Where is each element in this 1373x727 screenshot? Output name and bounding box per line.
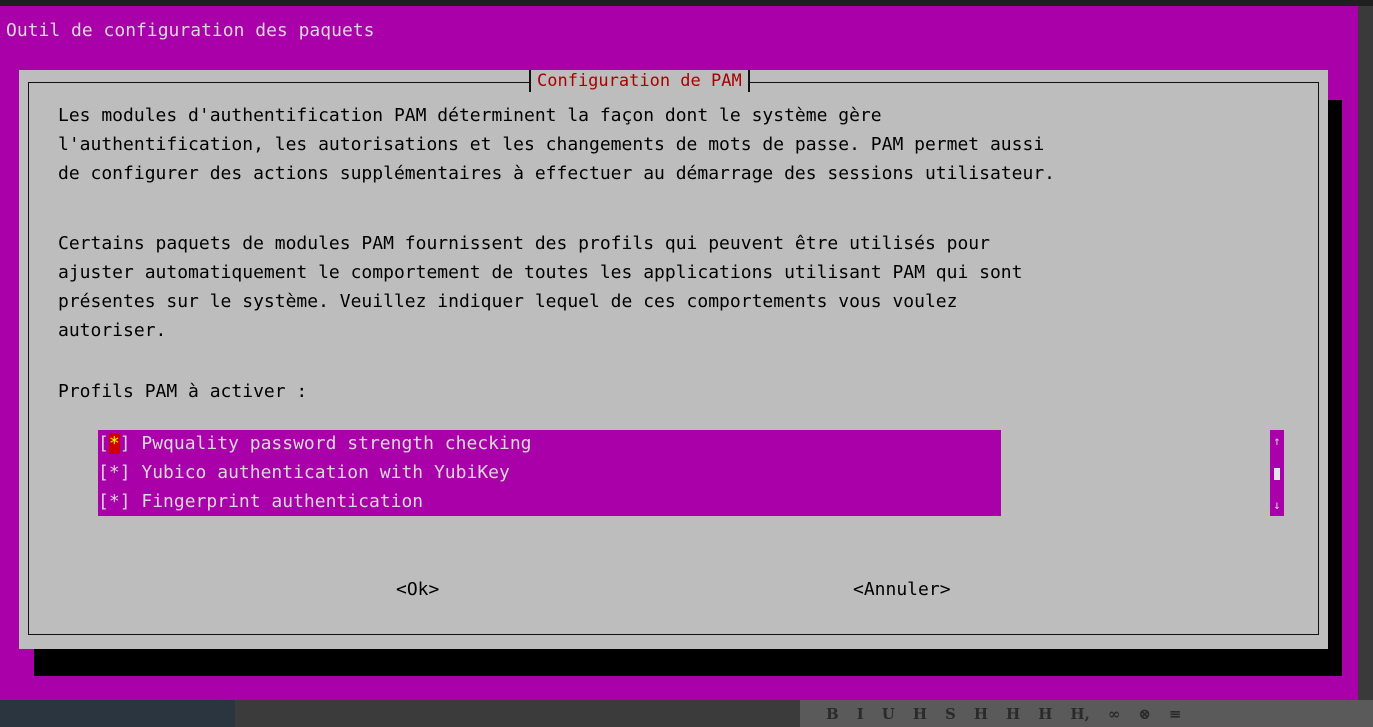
underline-icon[interactable]: U xyxy=(882,705,895,723)
checkbox-mark-focused[interactable]: * xyxy=(108,433,120,454)
heading-1-icon[interactable]: H xyxy=(974,705,988,723)
heading-subscript-icon[interactable]: H, xyxy=(1070,705,1089,723)
list-item-fingerprint[interactable]: [*] Fingerprint authentication xyxy=(98,488,423,516)
checkbox-close: ] xyxy=(119,491,131,512)
heading-icon[interactable]: H xyxy=(913,705,927,723)
cancel-button[interactable]: <Annuler> xyxy=(853,579,951,600)
description-paragraph-2: Certains paquets de modules PAM fourniss… xyxy=(58,233,1023,341)
scroll-thumb[interactable] xyxy=(1274,468,1280,480)
list-item-label: Fingerprint authentication xyxy=(130,491,424,512)
description-paragraph-1: Les modules d'authentification PAM déter… xyxy=(58,105,1055,184)
terminal-title: Outil de configuration des paquets xyxy=(6,20,375,41)
checkbox-mark[interactable]: * xyxy=(109,462,120,483)
scroll-up-arrow-icon[interactable]: ↑ xyxy=(1270,434,1284,448)
checkbox-open: [ xyxy=(98,491,109,512)
dialog-frame: Configuration de PAM Les modules d'authe… xyxy=(28,70,1319,635)
ok-button[interactable]: <Ok> xyxy=(396,579,439,600)
italic-icon[interactable]: I xyxy=(857,705,864,723)
list-item-pwquality[interactable]: [*] Pwquality password strength checking xyxy=(98,430,532,458)
pam-config-dialog: Configuration de PAM Les modules d'authe… xyxy=(19,70,1328,649)
list-item-label: Yubico authentication with YubiKey xyxy=(130,462,510,483)
checkbox-close: ] xyxy=(119,433,131,454)
checkbox-open: [ xyxy=(98,462,109,483)
link-icon[interactable]: ∞ xyxy=(1108,705,1121,723)
checkbox-open: [ xyxy=(98,433,109,454)
list-icon[interactable]: ≡ xyxy=(1169,705,1182,723)
strikethrough-icon[interactable]: S xyxy=(945,705,956,723)
profile-checklist[interactable]: [*] Pwquality password strength checking… xyxy=(98,430,1001,516)
image-icon[interactable]: ⊗ xyxy=(1138,705,1151,723)
heading-3-icon[interactable]: H xyxy=(1038,705,1052,723)
formatting-toolbar: B I U H S H H H H, ∞ ⊗ ≡ xyxy=(800,700,1373,727)
heading-2-icon[interactable]: H xyxy=(1006,705,1020,723)
list-item-label: Pwquality password strength checking xyxy=(130,433,532,454)
bottom-left-panel xyxy=(0,700,235,727)
window-right-edge xyxy=(1358,6,1373,700)
list-item-yubico[interactable]: [*] Yubico authentication with YubiKey xyxy=(98,459,510,487)
scroll-down-arrow-icon[interactable]: ↓ xyxy=(1270,498,1284,512)
checkbox-mark[interactable]: * xyxy=(109,491,120,512)
checkbox-close: ] xyxy=(119,462,131,483)
bold-icon[interactable]: B xyxy=(826,705,839,723)
profiles-prompt: Profils PAM à activer : xyxy=(58,381,308,402)
list-scrollbar[interactable]: ↑ ↓ xyxy=(1270,430,1284,516)
dialog-title: Configuration de PAM xyxy=(529,70,750,92)
